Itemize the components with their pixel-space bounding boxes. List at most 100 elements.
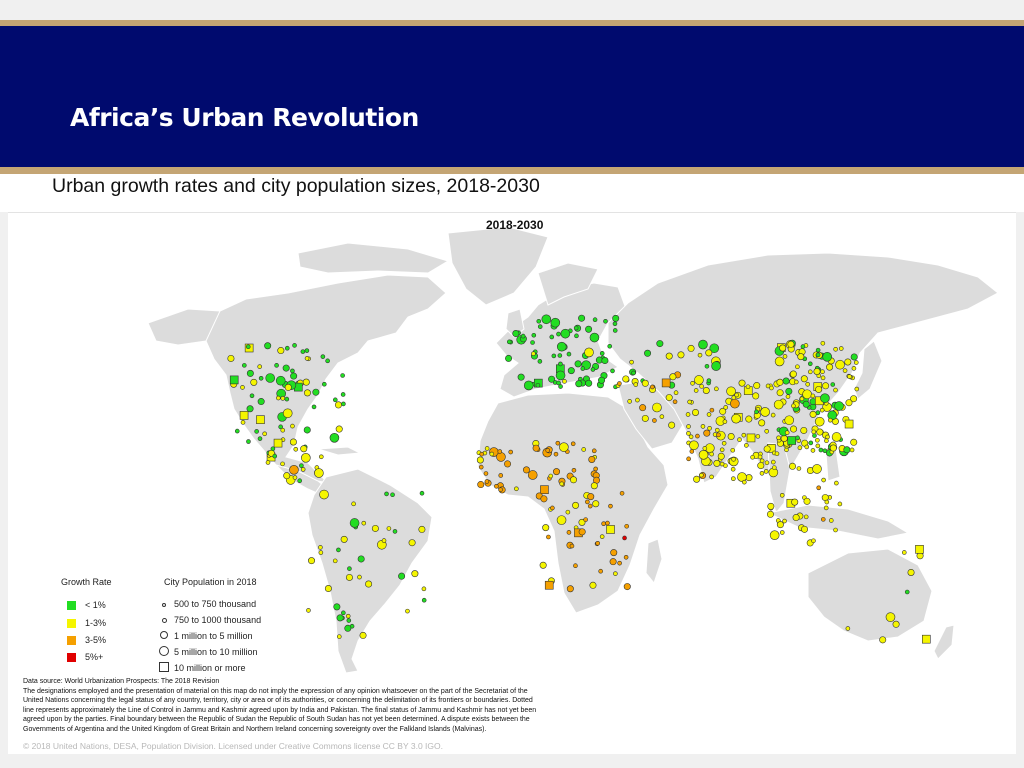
city-marker <box>606 525 615 534</box>
city-marker <box>532 444 540 452</box>
city-marker <box>673 390 679 396</box>
city-marker <box>345 573 353 581</box>
city-marker <box>530 340 535 345</box>
city-marker <box>300 445 308 453</box>
city-marker <box>844 419 854 429</box>
city-marker <box>324 585 332 593</box>
city-marker <box>290 368 295 374</box>
city-marker <box>357 555 365 563</box>
city-marker <box>566 530 572 535</box>
city-marker <box>770 459 776 465</box>
city-marker <box>785 387 793 395</box>
city-marker <box>672 399 678 405</box>
city-marker <box>283 472 291 480</box>
city-marker <box>274 363 279 368</box>
city-marker <box>476 456 484 464</box>
city-marker <box>764 460 770 466</box>
city-marker <box>693 475 701 483</box>
city-marker <box>560 328 571 339</box>
city-marker <box>774 451 780 457</box>
city-marker <box>791 403 796 409</box>
city-marker <box>290 423 295 429</box>
city-marker <box>303 426 311 434</box>
city-marker <box>246 405 254 413</box>
city-marker <box>535 382 541 388</box>
city-marker <box>793 379 799 385</box>
city-marker <box>820 375 826 381</box>
city-marker <box>540 485 549 494</box>
city-marker <box>785 394 791 399</box>
city-marker <box>551 353 557 359</box>
city-marker <box>800 344 806 349</box>
city-marker <box>242 363 247 368</box>
city-marker <box>730 466 736 472</box>
city-marker <box>885 612 896 622</box>
city-marker <box>815 352 821 358</box>
city-marker <box>879 636 887 644</box>
city-marker <box>807 361 813 367</box>
city-marker <box>782 518 787 524</box>
city-marker <box>234 428 240 434</box>
city-marker <box>807 369 813 375</box>
city-marker <box>812 433 817 438</box>
city-marker <box>665 352 673 360</box>
city-marker <box>559 442 569 452</box>
city-marker <box>797 445 803 451</box>
legend-growth-label: < 1% <box>85 600 106 610</box>
city-marker <box>284 345 290 351</box>
green-swatch <box>67 600 76 610</box>
slide-subtitle: Urban growth rates and city population s… <box>52 175 540 197</box>
city-marker <box>556 380 561 386</box>
new-zealand-landmass <box>933 624 955 660</box>
tiny-circle-icon <box>158 599 170 609</box>
legend-pop-5m-10m: 5 million to 10 million <box>158 646 258 658</box>
city-marker <box>822 382 830 390</box>
city-marker <box>759 470 765 476</box>
red-swatch <box>67 652 76 662</box>
city-marker <box>227 354 235 362</box>
city-marker <box>742 479 747 485</box>
city-marker <box>250 378 258 386</box>
map-panel: 2018-2030 Growth Rate City Population in… <box>8 212 1016 755</box>
city-marker <box>311 404 317 410</box>
city-marker <box>719 461 725 467</box>
city-marker <box>784 430 790 435</box>
city-marker <box>537 324 543 329</box>
city-marker <box>344 624 352 632</box>
city-marker <box>802 389 812 400</box>
city-marker <box>319 489 329 500</box>
city-marker <box>276 395 281 401</box>
city-marker <box>609 558 617 566</box>
left-margin <box>0 212 8 768</box>
city-marker <box>571 467 577 473</box>
city-marker <box>850 438 858 446</box>
city-marker <box>731 476 736 481</box>
city-marker <box>776 435 781 441</box>
city-marker <box>257 364 262 369</box>
city-marker <box>779 492 785 498</box>
city-marker <box>617 381 622 386</box>
city-marker <box>815 437 820 443</box>
growth-rate-legend-heading: Growth Rate <box>61 577 112 587</box>
city-marker <box>570 441 576 447</box>
city-marker <box>767 502 775 510</box>
city-marker <box>270 446 276 452</box>
city-marker <box>804 444 810 450</box>
city-marker <box>820 393 830 403</box>
city-marker <box>585 379 593 387</box>
city-marker <box>782 377 790 385</box>
gold-divider-bottom <box>0 167 1024 174</box>
city-marker <box>816 428 824 436</box>
legend-pop-1m-5m: 1 million to 5 million <box>158 631 253 641</box>
city-marker <box>766 510 774 518</box>
city-marker <box>644 349 652 357</box>
city-marker <box>833 527 838 533</box>
city-marker <box>556 341 567 352</box>
city-marker <box>608 503 613 509</box>
city-marker <box>792 514 800 522</box>
city-marker <box>306 608 311 613</box>
city-marker <box>831 432 842 442</box>
city-marker <box>823 505 829 511</box>
city-marker <box>686 424 691 429</box>
city-marker <box>595 541 600 546</box>
